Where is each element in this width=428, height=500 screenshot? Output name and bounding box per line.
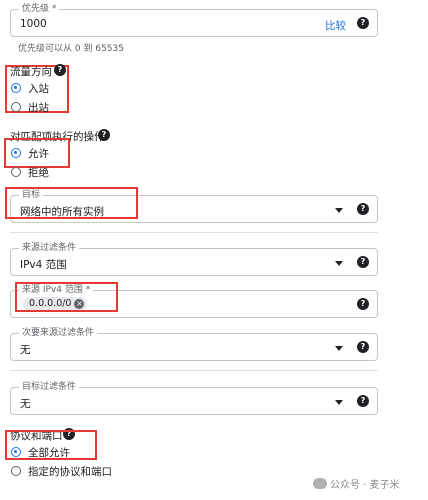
protocols-specified-label[interactable]: 指定的协议和端口 — [28, 464, 112, 479]
secondary-source-filter-select[interactable]: 次要来源过滤条件 无 ? — [10, 327, 378, 361]
target-filter-label: 目标过滤条件 — [19, 381, 80, 393]
divider — [10, 232, 378, 233]
action-deny-label[interactable]: 拒绝 — [28, 165, 49, 180]
target-filter-dropdown-icon[interactable] — [335, 400, 343, 405]
divider — [10, 370, 378, 371]
source-filter-value: IPv4 范围 — [20, 259, 67, 271]
secondary-source-filter-help-icon[interactable]: ? — [357, 341, 369, 353]
direction-outbound-radio[interactable] — [11, 102, 21, 112]
protocols-allow-all-label[interactable]: 全部允许 — [28, 445, 70, 460]
source-ipv4-help-icon[interactable]: ? — [357, 298, 369, 310]
action-allow-radio[interactable] — [11, 148, 21, 158]
priority-help-icon[interactable]: ? — [357, 17, 369, 29]
priority-field[interactable]: 优先级 * 1000 比较 ? — [10, 3, 378, 37]
protocols-specified-radio[interactable] — [11, 466, 21, 476]
direction-outbound-label[interactable]: 出站 — [28, 100, 49, 115]
priority-label: 优先级 * — [19, 3, 60, 15]
target-dropdown-icon[interactable] — [335, 208, 343, 213]
highlight-source-ipv4 — [15, 282, 118, 312]
wechat-icon — [313, 478, 327, 489]
target-filter-value: 无 — [20, 398, 31, 410]
source-filter-dropdown-icon[interactable] — [335, 261, 343, 266]
target-filter-help-icon[interactable]: ? — [357, 395, 369, 407]
watermark: 公众号 · 麦子米 — [313, 476, 400, 491]
direction-inbound-label[interactable]: 入站 — [28, 81, 49, 96]
target-help-icon[interactable]: ? — [357, 203, 369, 215]
action-help-icon[interactable]: ? — [98, 129, 110, 141]
direction-inbound-radio[interactable] — [11, 83, 21, 93]
priority-hint: 优先级可以从 0 到 65535 — [18, 44, 124, 54]
protocols-allow-all-radio[interactable] — [11, 447, 21, 457]
action-deny-radio[interactable] — [11, 167, 21, 177]
secondary-source-filter-value: 无 — [20, 344, 31, 356]
source-filter-select[interactable]: 来源过滤条件 IPv4 范围 ? — [10, 242, 378, 276]
compare-link[interactable]: 比较 — [325, 18, 346, 33]
action-allow-label[interactable]: 允许 — [28, 146, 49, 161]
highlight-target — [5, 187, 138, 219]
target-filter-select[interactable]: 目标过滤条件 无 ? — [10, 381, 378, 415]
direction-help-icon[interactable]: ? — [54, 64, 66, 76]
secondary-source-filter-label: 次要来源过滤条件 — [19, 327, 98, 339]
source-filter-label: 来源过滤条件 — [19, 242, 80, 254]
priority-input[interactable]: 1000 — [20, 18, 47, 30]
watermark-text: 公众号 · 麦子米 — [330, 480, 400, 491]
source-filter-help-icon[interactable]: ? — [357, 256, 369, 268]
secondary-source-filter-dropdown-icon[interactable] — [335, 346, 343, 351]
direction-title: 流量方向 — [10, 66, 52, 78]
